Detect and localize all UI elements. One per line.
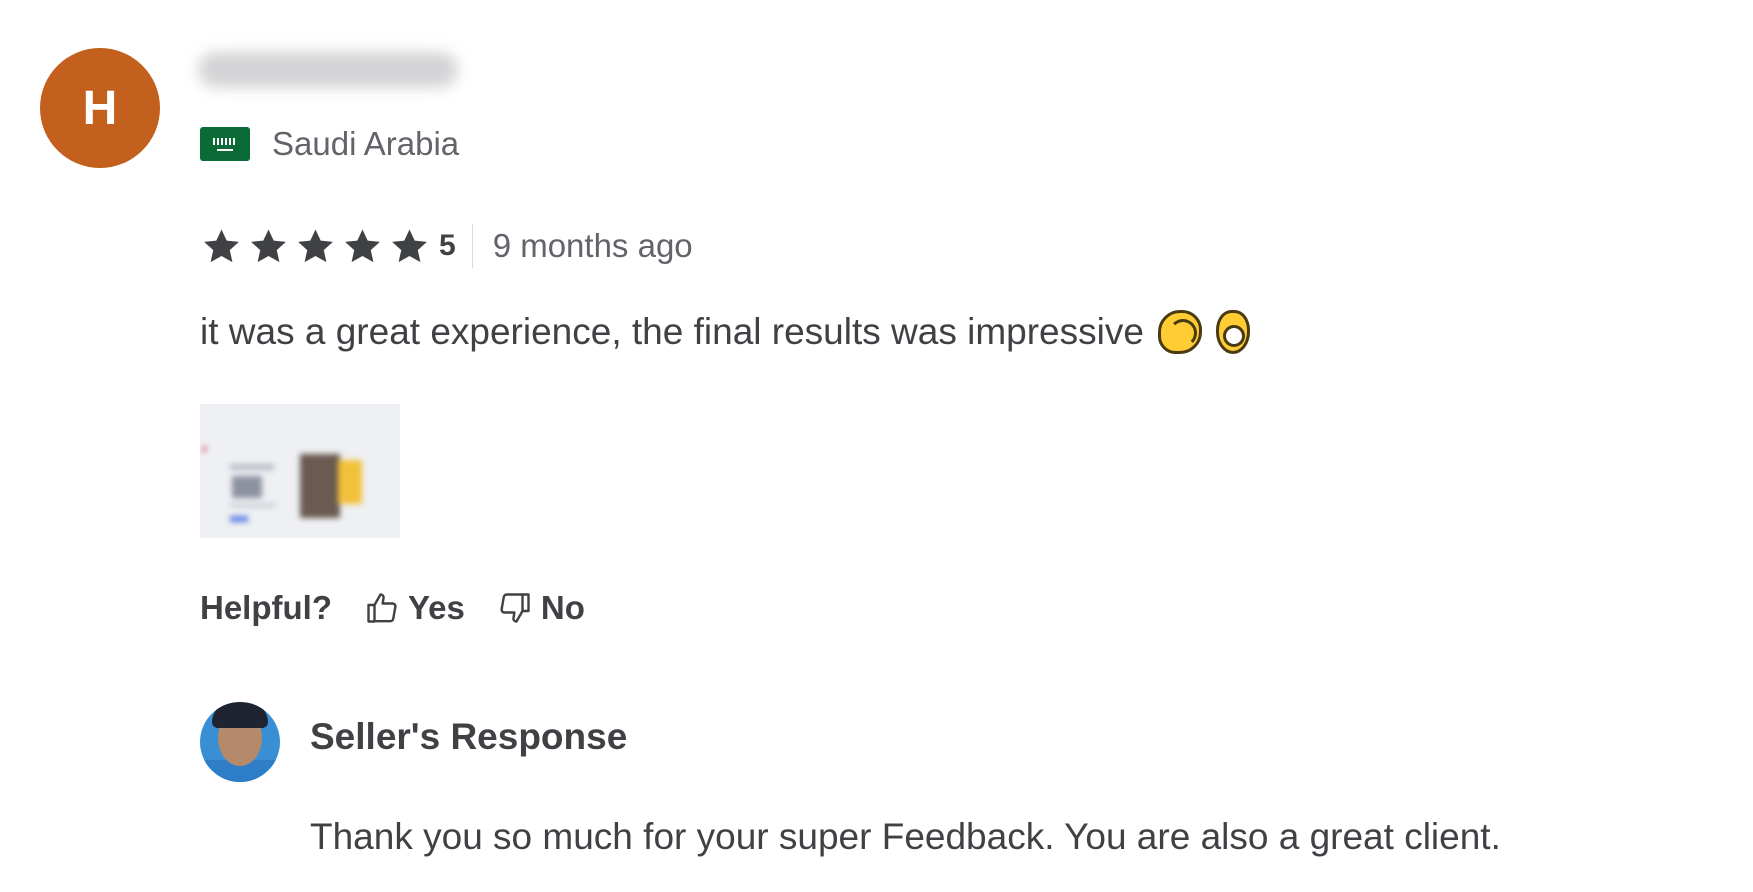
review-body: it was a great experience, the final res… <box>200 310 1250 354</box>
seller-response-text: Thank you so much for your super Feedbac… <box>310 816 1501 857</box>
helpful-row: Helpful? Yes No <box>200 586 617 630</box>
seller-response-title: Seller's Response <box>310 716 628 757</box>
star-icon <box>345 228 380 262</box>
helpful-yes-label: Yes <box>407 589 465 626</box>
review-text: it was a great experience, the final res… <box>200 311 1144 352</box>
star-rating <box>200 225 431 268</box>
review-attachment-thumbnail[interactable] <box>200 404 400 538</box>
clapping-hands-emoji <box>1157 310 1202 354</box>
helpful-yes-button[interactable]: Yes <box>364 589 465 627</box>
review-time-ago: 9 months ago <box>492 227 693 264</box>
seller-avatar <box>200 702 280 782</box>
reviewer-avatar: H <box>40 48 160 168</box>
reviewer-avatar-initial: H <box>82 81 118 135</box>
rating-value: 5 <box>439 229 456 262</box>
reviewer-username-redacted <box>198 52 458 88</box>
saudi-arabia-flag-icon <box>200 127 250 161</box>
star-icon <box>392 228 427 262</box>
country-name: Saudi Arabia <box>272 125 460 162</box>
helpful-no-label: No <box>540 589 585 626</box>
divider <box>471 224 473 268</box>
star-icon <box>298 228 333 262</box>
rating-row: 5 9 months ago <box>200 222 693 270</box>
star-icon <box>251 228 286 262</box>
helpful-no-button[interactable]: No <box>497 589 585 627</box>
ok-hand-emoji <box>1215 310 1250 354</box>
helpful-label: Helpful? <box>200 589 332 626</box>
star-icon <box>204 228 239 262</box>
reviewer-country: Saudi Arabia <box>200 122 459 166</box>
thumbs-up-icon <box>367 593 397 623</box>
thumbs-down-icon <box>500 593 530 623</box>
